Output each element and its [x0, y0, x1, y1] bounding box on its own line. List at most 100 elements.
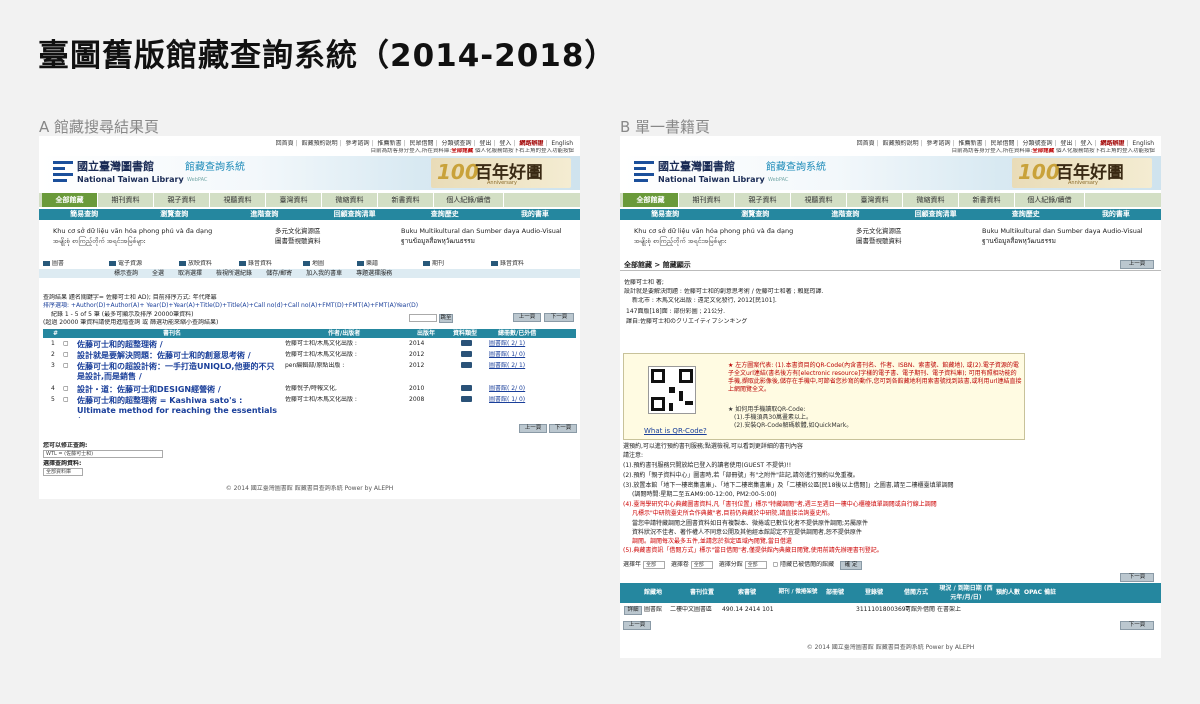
next-page-button[interactable]: 下一頁	[1120, 621, 1154, 630]
top-link-logout[interactable]: 登出	[478, 140, 492, 147]
table-row[interactable]: 3 ▢ 佐藤可士和の超設計術：一手打造UNIQLO,他要的不只是設計,而是銷售 …	[39, 362, 580, 384]
category-audio[interactable]: 錄音資料	[239, 260, 272, 268]
result-title[interactable]: 設計就是要解決問題：佐藤可士和的創意思考術 /	[77, 351, 282, 361]
action-view-selected[interactable]: 檢視所選紀錄	[209, 269, 259, 278]
result-title[interactable]: 佐藤可士和的超整理術 /	[77, 340, 277, 350]
category-maps[interactable]: 地圖	[303, 260, 324, 268]
library-logo-icon[interactable]	[53, 161, 73, 183]
action-deselect[interactable]: 取消選擇	[171, 269, 209, 278]
subnav-history[interactable]: 查詢歷史	[400, 209, 490, 220]
tab-children[interactable]: 親子資料	[154, 193, 210, 207]
tab-new-books[interactable]: 新書資料	[959, 193, 1015, 207]
prev-page-button[interactable]: 上一頁	[1120, 260, 1154, 269]
top-link-reserve-help[interactable]: 館藏預約說明	[301, 140, 339, 147]
action-sdi[interactable]: 專題選擇服務	[349, 269, 399, 278]
tab-taiwan[interactable]: 臺灣資料	[266, 193, 322, 207]
tab-periodicals[interactable]: 期刊資料	[679, 193, 735, 207]
tab-taiwan[interactable]: 臺灣資料	[847, 193, 903, 207]
tab-personal[interactable]: 個人紀錄/續借	[1015, 193, 1085, 207]
db-select[interactable]: 全部資料庫	[43, 468, 83, 476]
detail-button[interactable]: 詳細	[624, 606, 642, 615]
action-mark[interactable]: 標示查詢	[107, 269, 145, 278]
subnav-cart[interactable]: 我的書車	[1071, 209, 1161, 220]
next-page-button[interactable]: 下一頁	[1120, 573, 1154, 582]
subnav-simple[interactable]: 簡易查詢	[39, 209, 129, 220]
top-link-reserve-help[interactable]: 館藏預約說明	[882, 140, 920, 147]
what-is-qr-link[interactable]: What is QR-Code?	[644, 427, 707, 436]
result-title[interactable]: 佐藤可士和の超設計術：一手打造UNIQLO,他要的不只是設計,而是銷售 /	[77, 362, 277, 382]
library-logo-icon[interactable]	[634, 161, 654, 183]
volume-select[interactable]: 全部	[690, 561, 713, 569]
select-checkbox[interactable]: ▢	[63, 385, 69, 393]
tab-personal[interactable]: 個人紀錄/續借	[434, 193, 504, 207]
top-link-new-books[interactable]: 推薦新書	[958, 140, 984, 147]
subnav-simple[interactable]: 簡易查詢	[620, 209, 710, 220]
subnav-advanced[interactable]: 進階查詢	[219, 209, 309, 220]
top-link-borrow[interactable]: 民眾借閱	[989, 140, 1015, 147]
jump-input[interactable]	[409, 314, 437, 322]
top-link-borrow[interactable]: 民眾借閱	[408, 140, 434, 147]
top-link-login[interactable]: 登入	[498, 140, 512, 147]
category-recordings[interactable]: 錄音資料	[491, 260, 524, 268]
top-link-reference[interactable]: 參考諮詢	[345, 140, 371, 147]
category-books[interactable]: 圖書	[43, 260, 64, 268]
tab-periodicals[interactable]: 期刊資料	[98, 193, 154, 207]
top-link-logout[interactable]: 登出	[1059, 140, 1073, 147]
table-row[interactable]: 4 ▢ 設計・道：佐藤可士和DESIGN經營術 / 佐藤悅子/時報文化, 201…	[39, 385, 580, 396]
table-row[interactable]: 1 ▢ 佐藤可士和的超整理術 / 佐藤可士和/木馬文化出版 : 2014 圖書館…	[39, 340, 580, 351]
prev-page-button[interactable]: 上一頁	[513, 313, 541, 322]
select-checkbox[interactable]: ▢	[63, 396, 69, 404]
multicultural-banner[interactable]: Khu cơ sở dữ liệu văn hóa phong phú và đ…	[39, 222, 580, 252]
top-link-home[interactable]: 回首頁	[856, 140, 876, 147]
subnav-review[interactable]: 回顧查詢清單	[891, 209, 981, 220]
prev-page-button[interactable]: 上一頁	[519, 424, 547, 433]
top-link-reference[interactable]: 參考諮詢	[926, 140, 952, 147]
top-link-english[interactable]: English	[1131, 140, 1155, 147]
tab-av[interactable]: 視聽資料	[210, 193, 266, 207]
category-film[interactable]: 放映資料	[179, 260, 212, 268]
subnav-review[interactable]: 回顧查詢清單	[310, 209, 400, 220]
refine-query-input[interactable]: WTL = (佐藤可士和)	[43, 450, 163, 458]
tab-all[interactable]: 全部館藏	[623, 193, 679, 207]
tab-all[interactable]: 全部館藏	[42, 193, 98, 207]
subnav-browse[interactable]: 瀏覽查詢	[710, 209, 800, 220]
tab-children[interactable]: 親子資料	[735, 193, 791, 207]
tab-microform[interactable]: 微縮資料	[903, 193, 959, 207]
category-scores[interactable]: 樂譜	[357, 260, 378, 268]
subnav-advanced[interactable]: 進階查詢	[800, 209, 890, 220]
category-eresources[interactable]: 電子資源	[109, 260, 142, 268]
library-name-zh[interactable]: 國立臺灣圖書館	[77, 160, 154, 174]
table-row[interactable]: 2 ▢ 設計就是要解決問題：佐藤可士和的創意思考術 / 佐藤可士和/木馬文化出版…	[39, 351, 580, 362]
tab-new-books[interactable]: 新書資料	[378, 193, 434, 207]
action-add-cart[interactable]: 加入我的書車	[299, 269, 349, 278]
top-link-card[interactable]: 網路辦證	[518, 140, 544, 147]
select-checkbox[interactable]: ▢	[63, 351, 69, 359]
action-save-mail[interactable]: 儲存/郵寄	[259, 269, 299, 278]
year-select[interactable]: 全部	[642, 561, 665, 569]
prev-page-button[interactable]: 上一頁	[623, 621, 651, 630]
result-title[interactable]: 佐藤可士和的超整理術 = Kashiwa sato's : Ultimate m…	[77, 396, 277, 418]
top-link-login[interactable]: 登入	[1079, 140, 1093, 147]
branch-select[interactable]: 全部	[744, 561, 767, 569]
tab-microform[interactable]: 微縮資料	[322, 193, 378, 207]
subnav-cart[interactable]: 我的書車	[490, 209, 580, 220]
category-periodicals[interactable]: 期刊	[423, 260, 444, 268]
top-link-home[interactable]: 回首頁	[275, 140, 295, 147]
action-select-all[interactable]: 全選	[145, 269, 171, 278]
subnav-browse[interactable]: 瀏覽查詢	[129, 209, 219, 220]
sort-options[interactable]: 排序選項: +Author(D)+Author(A)+ Year(D)+Year…	[43, 302, 580, 310]
result-title[interactable]: 設計・道：佐藤可士和DESIGN經營術 /	[77, 385, 282, 395]
tab-av[interactable]: 視聽資料	[791, 193, 847, 207]
table-row[interactable]: 5 ▢ 佐藤可士和的超整理術 = Kashiwa sato's : Ultima…	[39, 396, 580, 418]
filter-confirm-button[interactable]: 確 定	[840, 561, 863, 570]
select-checkbox[interactable]: ▢	[63, 340, 69, 348]
top-link-new-books[interactable]: 推薦新書	[377, 140, 403, 147]
top-link-card[interactable]: 網路辦證	[1099, 140, 1125, 147]
jump-button[interactable]: 跳至	[439, 314, 453, 323]
top-link-classification[interactable]: 分類號查詢	[440, 140, 472, 147]
select-checkbox[interactable]: ▢	[63, 362, 69, 370]
next-page-button[interactable]: 下一頁	[549, 424, 577, 433]
top-link-classification[interactable]: 分類號查詢	[1021, 140, 1053, 147]
subnav-history[interactable]: 查詢歷史	[981, 209, 1071, 220]
top-link-english[interactable]: English	[550, 140, 574, 147]
